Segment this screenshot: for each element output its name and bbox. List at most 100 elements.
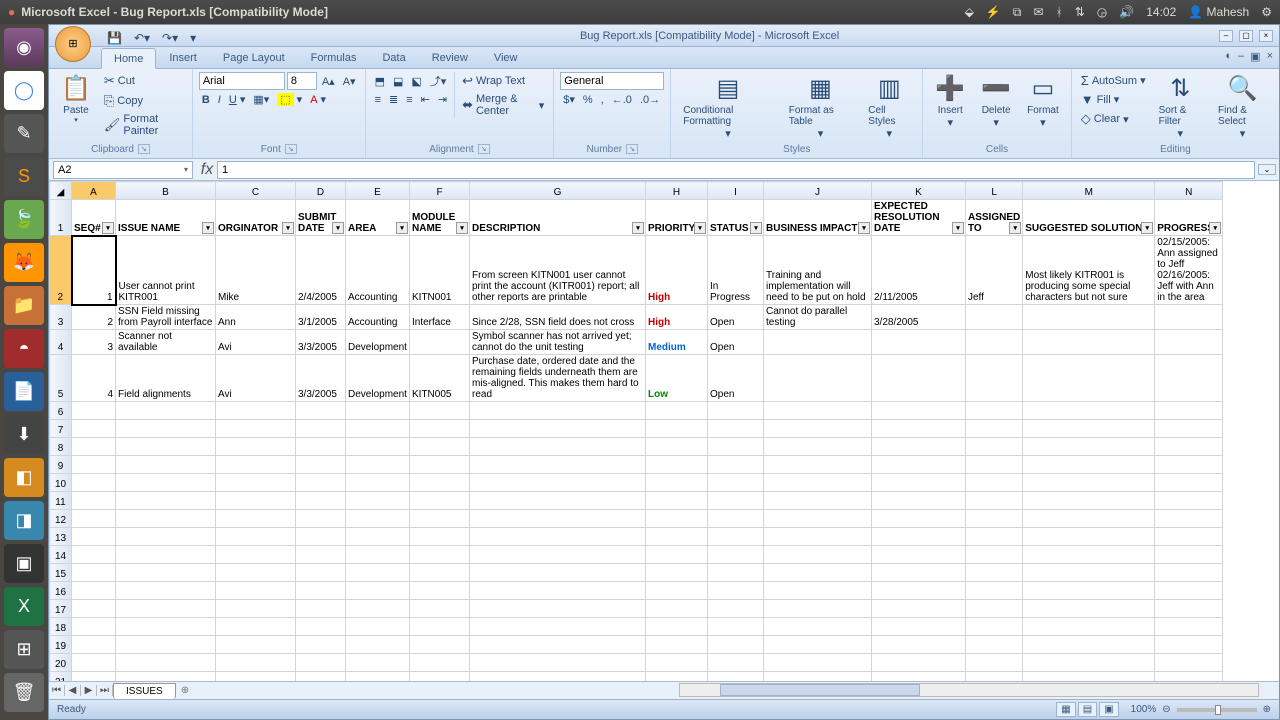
underline-button[interactable]: U▾	[226, 92, 248, 107]
cell-empty[interactable]	[346, 402, 410, 420]
cell-priority[interactable]: High	[646, 236, 708, 305]
cell-empty[interactable]	[1023, 402, 1155, 420]
cell-empty[interactable]	[470, 582, 646, 600]
row-header-10[interactable]: 10	[50, 474, 72, 492]
writer-icon[interactable]: 📄	[4, 372, 44, 411]
cell-resolution-date[interactable]	[872, 330, 966, 355]
cell-empty[interactable]	[216, 582, 296, 600]
cell-empty[interactable]	[1023, 546, 1155, 564]
cell-empty[interactable]	[410, 402, 470, 420]
cell-empty[interactable]	[1023, 600, 1155, 618]
cell-empty[interactable]	[296, 438, 346, 456]
sheet-nav-last[interactable]: ⏭	[97, 685, 113, 696]
sublime-icon[interactable]: S	[4, 157, 44, 196]
filter-icon[interactable]: ▾	[102, 222, 114, 234]
zoom-out-button[interactable]: ⊖	[1162, 704, 1170, 715]
cell-empty[interactable]	[410, 492, 470, 510]
cell-module[interactable]: Interface	[410, 305, 470, 330]
cell-empty[interactable]	[216, 420, 296, 438]
cell-empty[interactable]	[966, 510, 1023, 528]
border-button[interactable]: ▦▾	[250, 92, 272, 107]
filter-icon[interactable]: ▾	[750, 222, 762, 234]
download-icon[interactable]: ⬇	[4, 415, 44, 454]
cell-empty[interactable]	[216, 564, 296, 582]
decrease-decimal-button[interactable]: .0→	[637, 93, 663, 107]
cell-empty[interactable]	[764, 618, 872, 636]
sort-filter-button[interactable]: ⇅Sort & Filter▾	[1153, 72, 1208, 142]
cell-module[interactable]: KITN001	[410, 236, 470, 305]
cell-empty[interactable]	[1155, 618, 1223, 636]
cell-empty[interactable]	[470, 672, 646, 682]
tab-insert[interactable]: Insert	[156, 47, 210, 68]
terminal-icon[interactable]: ▣	[4, 544, 44, 583]
cell-originator[interactable]: Mike	[216, 236, 296, 305]
cell-empty[interactable]	[72, 474, 116, 492]
cell-empty[interactable]	[1155, 546, 1223, 564]
cell-empty[interactable]	[470, 564, 646, 582]
cell-empty[interactable]	[116, 546, 216, 564]
cell-empty[interactable]	[216, 402, 296, 420]
cell-empty[interactable]	[410, 654, 470, 672]
cell-empty[interactable]	[72, 420, 116, 438]
cell-empty[interactable]	[346, 456, 410, 474]
cell-empty[interactable]	[872, 654, 966, 672]
cell-progress[interactable]	[1155, 330, 1223, 355]
cell-empty[interactable]	[966, 600, 1023, 618]
app-icon[interactable]: ◓	[4, 329, 44, 368]
tab-review[interactable]: Review	[419, 47, 481, 68]
row-header-18[interactable]: 18	[50, 618, 72, 636]
cell-empty[interactable]	[1023, 636, 1155, 654]
cell-priority[interactable]: Low	[646, 355, 708, 402]
firefox-icon[interactable]: 🦊	[4, 243, 44, 282]
fx-icon[interactable]: fx	[197, 161, 217, 179]
name-box[interactable]: A2▾	[53, 161, 193, 179]
redo-icon[interactable]: ↷▾	[158, 29, 182, 47]
cell-empty[interactable]	[410, 438, 470, 456]
clear-button[interactable]: ◇Clear▾	[1078, 110, 1149, 128]
cell-empty[interactable]	[646, 636, 708, 654]
row-header-2[interactable]: 2	[50, 236, 72, 305]
filter-icon[interactable]: ▾	[952, 222, 964, 234]
format-painter-button[interactable]: 🖌Format Painter	[101, 112, 186, 138]
cell-area[interactable]: Development	[346, 355, 410, 402]
cell-empty[interactable]	[764, 420, 872, 438]
cell-empty[interactable]	[116, 402, 216, 420]
cell-empty[interactable]	[764, 546, 872, 564]
col-header-D[interactable]: D	[296, 182, 346, 200]
cell-empty[interactable]	[470, 654, 646, 672]
cell-empty[interactable]	[764, 654, 872, 672]
cell-empty[interactable]	[708, 402, 764, 420]
cell-seq[interactable]: 2	[72, 305, 116, 330]
zoom-level[interactable]: 100%	[1131, 704, 1157, 715]
cell-progress[interactable]	[1155, 355, 1223, 402]
cell-empty[interactable]	[872, 456, 966, 474]
col-header-E[interactable]: E	[346, 182, 410, 200]
cell-empty[interactable]	[116, 420, 216, 438]
cell-empty[interactable]	[1155, 402, 1223, 420]
cell-empty[interactable]	[216, 528, 296, 546]
cell-empty[interactable]	[116, 456, 216, 474]
cell-empty[interactable]	[872, 402, 966, 420]
cell-empty[interactable]	[72, 456, 116, 474]
cell-empty[interactable]	[1023, 654, 1155, 672]
cell-assigned-to[interactable]	[966, 330, 1023, 355]
cell-assigned-to[interactable]: Jeff	[966, 236, 1023, 305]
cell-issue[interactable]: Scanner not available	[116, 330, 216, 355]
cell-empty[interactable]	[470, 438, 646, 456]
cell-business-impact[interactable]	[764, 355, 872, 402]
bolt-icon[interactable]: ⚡	[986, 5, 1001, 19]
tab-formulas[interactable]: Formulas	[298, 47, 370, 68]
cell-empty[interactable]	[116, 528, 216, 546]
cell-empty[interactable]	[966, 492, 1023, 510]
cell-empty[interactable]	[346, 420, 410, 438]
row-header-17[interactable]: 17	[50, 600, 72, 618]
cell-empty[interactable]	[646, 420, 708, 438]
cell-empty[interactable]	[296, 456, 346, 474]
cell-empty[interactable]	[1023, 528, 1155, 546]
cell-submit-date[interactable]: 3/1/2005	[296, 305, 346, 330]
cell-submit-date[interactable]: 3/3/2005	[296, 330, 346, 355]
grow-font-button[interactable]: A▴	[319, 74, 338, 89]
cell-empty[interactable]	[708, 654, 764, 672]
midori-icon[interactable]: 🍃	[4, 200, 44, 239]
filter-icon[interactable]: ▾	[456, 222, 468, 234]
